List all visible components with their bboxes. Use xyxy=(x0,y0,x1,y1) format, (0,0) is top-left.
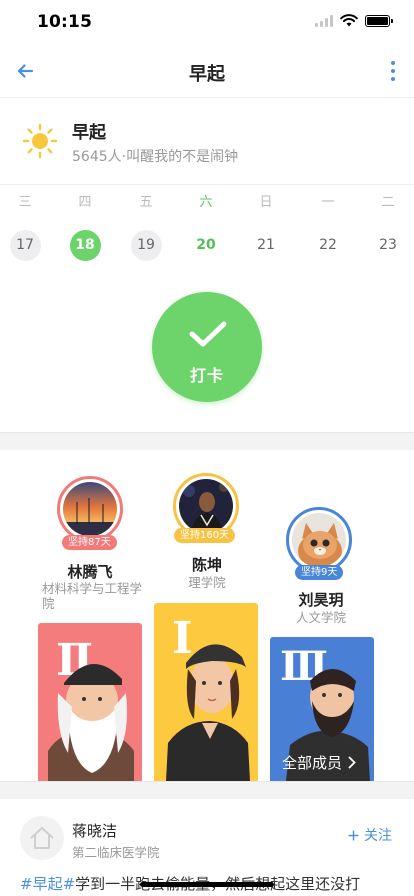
all-members-button[interactable]: 全部成员 xyxy=(282,752,356,773)
date-label: 17 xyxy=(9,230,41,261)
plus-icon xyxy=(348,830,359,840)
week-day-5[interactable]: 一 22 xyxy=(308,186,348,261)
wifi-icon xyxy=(340,14,358,27)
avatar xyxy=(292,513,346,567)
cellular-signal-icon xyxy=(315,14,333,27)
checkin-label: 打卡 xyxy=(189,366,224,385)
rank-1-card: I xyxy=(154,603,258,781)
group-subtitle: 5645人·叫醒我的不是闹钟 xyxy=(72,149,239,165)
avatar[interactable] xyxy=(20,816,64,860)
all-members-label: 全部成员 xyxy=(282,754,343,772)
week-day-4[interactable]: 日 21 xyxy=(246,186,286,261)
basketball-player-image xyxy=(179,479,233,533)
battery-icon xyxy=(365,14,393,27)
status-bar: 10:15 xyxy=(0,0,414,44)
date-label: 22 xyxy=(319,237,337,253)
kitten-image xyxy=(292,513,346,567)
week-day-3[interactable]: 六 20 xyxy=(186,186,226,261)
rank-2-streak: 坚持87天 xyxy=(62,535,117,550)
checkmark-icon xyxy=(189,321,227,347)
nav-bar: 早起 xyxy=(0,44,414,98)
sunset-harbor-image xyxy=(63,482,117,536)
checkin-button[interactable]: 打卡 xyxy=(152,292,262,402)
da-vinci-illustration xyxy=(48,663,134,781)
sun-icon xyxy=(22,123,58,159)
weekday-label: 五 xyxy=(139,195,153,210)
raphael-illustration xyxy=(166,644,250,781)
avatar xyxy=(63,482,117,536)
rank-3-name: 刘昊玥 xyxy=(298,591,344,609)
rank-2-card: II xyxy=(38,623,142,781)
rank-1-streak: 坚持160天 xyxy=(174,528,236,543)
date-label: 19 xyxy=(130,230,162,261)
more-vertical-icon xyxy=(391,61,395,65)
rank-2-school: 材料科学与工程学院 xyxy=(42,581,143,611)
rank-2-name: 林腾飞 xyxy=(67,563,113,581)
avatar xyxy=(179,479,233,533)
week-day-0[interactable]: 三 17 xyxy=(5,186,45,261)
home-indicator[interactable] xyxy=(140,882,274,887)
weekday-label: 四 xyxy=(78,195,92,210)
more-options-button[interactable] xyxy=(386,58,400,84)
rank-1-school: 理学院 xyxy=(188,575,226,590)
week-day-6[interactable]: 二 23 xyxy=(368,186,408,261)
date-label: 18 xyxy=(69,230,101,261)
chevron-right-icon xyxy=(348,756,356,769)
week-calendar: 三 17 四 18 五 19 六 20 日 21 一 22 二 23 xyxy=(0,186,414,270)
section-divider xyxy=(0,781,414,799)
weekday-label: 二 xyxy=(381,195,395,210)
weekday-label: 日 xyxy=(259,195,273,210)
date-label: 21 xyxy=(257,237,275,253)
status-time: 10:15 xyxy=(37,12,93,32)
post-author-name[interactable]: 蒋晓洁 xyxy=(72,820,117,841)
house-icon xyxy=(30,827,54,849)
rank-3-school: 人文学院 xyxy=(295,610,346,625)
follow-button[interactable]: 关注 xyxy=(348,825,392,845)
rank-2-avatar[interactable] xyxy=(57,476,123,542)
date-label: 23 xyxy=(379,237,397,253)
group-name: 早起 xyxy=(72,123,106,143)
weekday-label: 一 xyxy=(321,195,335,210)
group-header: 早起 5645人·叫醒我的不是闹钟 xyxy=(0,99,414,185)
rank-1-name: 陈坤 xyxy=(191,556,222,574)
section-divider xyxy=(0,432,414,450)
post-author-school: 第二临床医学院 xyxy=(72,845,160,860)
week-day-1[interactable]: 四 18 xyxy=(65,186,105,261)
page-title: 早起 xyxy=(189,64,225,85)
ranking-section: 坚持87天 林腾飞 材料科学与工程学院 坚持160天 陈坤 理学院 坚持9天 刘… xyxy=(0,451,414,781)
week-day-2[interactable]: 五 19 xyxy=(126,186,166,261)
follow-label: 关注 xyxy=(364,828,392,844)
weekday-label: 三 xyxy=(18,195,32,210)
rank-3-streak: 坚持9天 xyxy=(295,565,344,580)
weekday-label: 六 xyxy=(199,195,213,210)
post-hashtag[interactable]: #早起# xyxy=(20,875,75,893)
rank-3-avatar[interactable] xyxy=(286,507,352,573)
status-icons xyxy=(315,14,393,27)
date-label: 20 xyxy=(196,237,216,253)
